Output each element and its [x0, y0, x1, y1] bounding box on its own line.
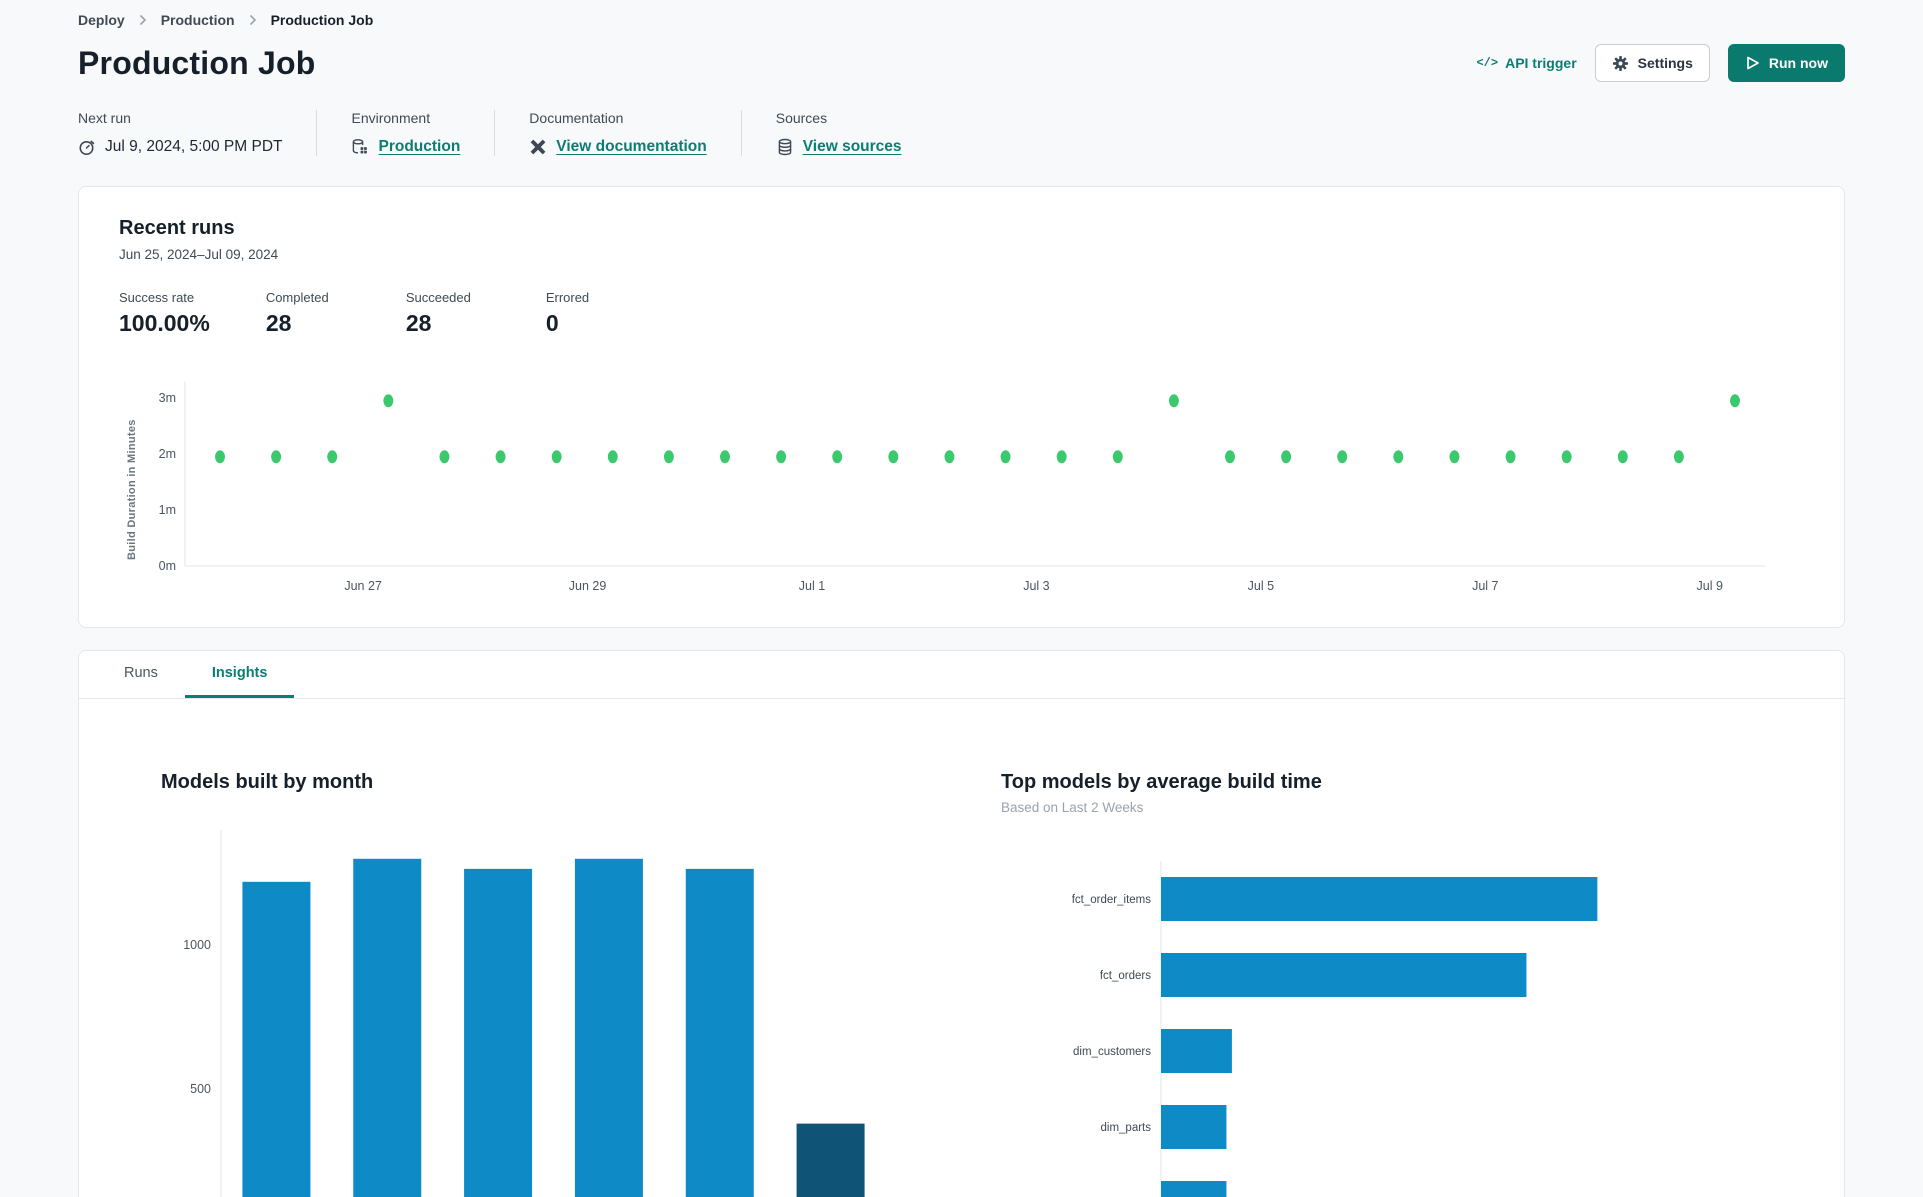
- build-duration-chart-svg: 0m 1m 2m 3m Jun 27 Jun 29 Jul 1 Jul 3 Jul 5 Jul 7…: [159, 381, 1765, 593]
- scatter-y-axis-label: Build Duration in Minutes: [126, 419, 138, 561]
- svg-text:3m: 3m: [159, 391, 176, 405]
- tab-bar: Runs Insights: [79, 651, 1844, 699]
- svg-text:dim_customers: dim_customers: [1073, 1046, 1151, 1058]
- environment-label: Environment: [351, 110, 431, 126]
- settings-button[interactable]: Settings: [1594, 44, 1710, 82]
- page-header: Production Job </> API trigger Settings …: [78, 44, 1845, 82]
- stat-succeeded: Succeeded 28: [406, 290, 490, 337]
- stat-value: 28: [405, 310, 432, 336]
- svg-text:1000: 1000: [183, 938, 211, 952]
- svg-text:Jul 1: Jul 1: [799, 579, 825, 593]
- stat-completed: Completed 28: [266, 290, 350, 337]
- sources-column: Sources View sources: [742, 110, 936, 156]
- chevron-right-icon: [249, 14, 256, 26]
- top-models-chart-svg: 0m10s20s30s40sfct_order_itemsfct_ordersd…: [1072, 861, 1598, 1197]
- settings-label: Settings: [1637, 55, 1693, 71]
- page-title: Production Job: [78, 44, 316, 81]
- svg-text:fct_order_items: fct_order_items: [1072, 894, 1152, 906]
- dbt-logo-icon: [530, 139, 546, 155]
- job-overview-row: Next run Jul 9, 2024, 5:00 PM PDT Enviro…: [78, 110, 1845, 156]
- gear-icon: [1612, 55, 1628, 71]
- svg-text:Jul 9: Jul 9: [1697, 579, 1723, 593]
- tab-runs[interactable]: Runs: [97, 651, 185, 698]
- models-by-month-title: Models built by month: [161, 771, 374, 793]
- svg-text:Jul 5: Jul 5: [1248, 579, 1274, 593]
- stat-value: 28: [265, 310, 292, 336]
- svg-text:0m: 0m: [159, 559, 176, 573]
- environment-link[interactable]: Production: [378, 138, 460, 156]
- svg-text:500: 500: [190, 1082, 211, 1096]
- chevron-right-icon: [139, 14, 146, 26]
- environment-icon: [353, 139, 368, 154]
- sources-label: Sources: [775, 110, 828, 126]
- stat-success-rate: Success rate 100.00%: [119, 290, 210, 337]
- models-by-month-chart-svg: 05001000FebMarAprMayJunCurrent: [183, 830, 865, 1197]
- top-models-title: Top models by average build time: [1001, 771, 1322, 793]
- svg-text:Jun 27: Jun 27: [344, 579, 382, 593]
- api-trigger-label: API trigger: [1505, 55, 1577, 71]
- recent-runs-card: Recent runs Jun 25, 2024–Jul 09, 2024 Su…: [78, 186, 1845, 628]
- tab-insights[interactable]: Insights: [184, 651, 295, 698]
- header-actions: </> API trigger Settings Run now: [1476, 44, 1845, 82]
- code-icon: </>: [1476, 56, 1499, 70]
- documentation-label: Documentation: [529, 110, 624, 126]
- stat-label: Success rate: [119, 290, 195, 305]
- stat-label: Succeeded: [405, 290, 471, 305]
- environment-column: Environment Production: [317, 110, 496, 156]
- api-trigger-link[interactable]: </> API trigger: [1476, 55, 1576, 71]
- svg-text:dim_parts: dim_parts: [1101, 1122, 1152, 1134]
- run-now-label: Run now: [1768, 55, 1828, 71]
- documentation-column: Documentation View documentation: [495, 110, 742, 156]
- recent-runs-stats: Success rate 100.00% Completed 28 Succee…: [119, 290, 1804, 337]
- svg-text:Jul 7: Jul 7: [1472, 579, 1498, 593]
- stat-value: 0: [545, 310, 559, 336]
- stat-label: Errored: [545, 290, 590, 305]
- breadcrumb: Deploy Production Production Job: [78, 10, 1845, 28]
- production-job-page: Deploy Production Production Job Product…: [0, 0, 1923, 1197]
- breadcrumb-current-page: Production Job: [270, 12, 374, 28]
- database-icon: [778, 138, 792, 156]
- breadcrumb-deploy[interactable]: Deploy: [78, 12, 125, 28]
- build-duration-chart: Build Duration in Minutes 0m 1m 2m 3m Jun 27…: [119, 371, 1804, 609]
- run-now-button[interactable]: Run now: [1727, 44, 1845, 82]
- recent-runs-date-range: Jun 25, 2024–Jul 09, 2024: [119, 247, 279, 262]
- stat-value: 100.00%: [119, 310, 210, 336]
- next-run-label: Next run: [78, 110, 131, 126]
- insights-panel: Models built by month 05001000FebMarAprM…: [79, 699, 1844, 1197]
- view-documentation-link[interactable]: View documentation: [556, 138, 706, 156]
- timer-icon: [79, 140, 95, 155]
- top-models-section: Top models by average build time Based o…: [1001, 771, 1681, 1197]
- svg-text:fct_orders: fct_orders: [1100, 970, 1151, 982]
- next-run-value: Jul 9, 2024, 5:00 PM PDT: [105, 138, 283, 155]
- svg-text:Jun 29: Jun 29: [569, 579, 607, 593]
- breadcrumb-production[interactable]: Production: [161, 12, 235, 28]
- play-icon: [1747, 56, 1759, 70]
- top-models-subtitle: Based on Last 2 Weeks: [1001, 800, 1144, 815]
- next-run-column: Next run Jul 9, 2024, 5:00 PM PDT: [78, 110, 318, 156]
- stat-errored: Errored 0: [546, 290, 630, 337]
- svg-text:2m: 2m: [159, 447, 176, 461]
- stat-label: Completed: [265, 290, 329, 305]
- recent-runs-title: Recent runs: [119, 217, 235, 239]
- svg-text:Jul 3: Jul 3: [1023, 579, 1049, 593]
- job-detail-card: Runs Insights Models built by month 0500…: [78, 650, 1845, 1197]
- svg-text:1m: 1m: [159, 503, 176, 517]
- view-sources-link[interactable]: View sources: [803, 138, 902, 156]
- models-by-month-section: Models built by month 05001000FebMarAprM…: [161, 771, 921, 1197]
